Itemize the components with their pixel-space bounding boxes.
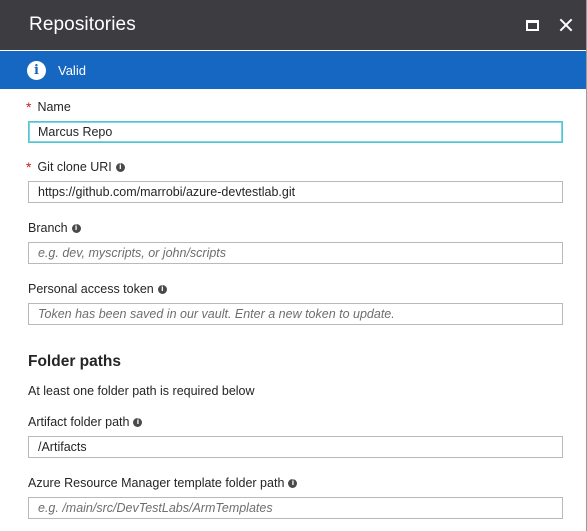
title-bar: Repositories — [0, 0, 586, 50]
form-content: * Name * Git clone URI i Branch i — [0, 99, 586, 519]
arm-path-label-row: Azure Resource Manager template folder p… — [28, 475, 562, 491]
token-label-row: Personal access token i — [28, 281, 562, 297]
name-field: * Name — [26, 99, 563, 143]
maximize-icon[interactable] — [524, 17, 540, 33]
artifact-path-input[interactable] — [28, 436, 563, 458]
status-text: Valid — [58, 62, 86, 78]
required-asterisk: * — [26, 99, 32, 115]
git-uri-field: * Git clone URI i — [26, 159, 563, 203]
repositories-blade: Repositories i Valid * Name * Git clone … — [0, 0, 587, 531]
name-label-row: * Name — [26, 99, 562, 115]
branch-input[interactable] — [28, 242, 563, 264]
blade-title: Repositories — [29, 14, 136, 35]
name-input[interactable] — [28, 121, 563, 143]
branch-label-row: Branch i — [28, 220, 562, 236]
git-uri-label: Git clone URI — [37, 160, 112, 174]
title-actions — [524, 17, 574, 33]
arm-path-label: Azure Resource Manager template folder p… — [28, 476, 285, 490]
artifact-path-label: Artifact folder path — [28, 415, 130, 429]
info-icon[interactable]: i — [288, 478, 298, 488]
close-icon[interactable] — [558, 17, 574, 33]
branch-label: Branch — [28, 221, 68, 235]
info-icon[interactable]: i — [157, 284, 167, 294]
token-input[interactable] — [28, 303, 563, 325]
info-icon[interactable]: i — [71, 223, 81, 233]
git-uri-label-row: * Git clone URI i — [26, 159, 562, 175]
arm-path-input[interactable] — [28, 497, 563, 519]
info-icon: i — [27, 60, 46, 80]
status-bar: i Valid — [0, 51, 586, 89]
arm-path-field: Azure Resource Manager template folder p… — [28, 475, 563, 519]
folder-paths-note: At least one folder path is required bel… — [28, 384, 255, 398]
artifact-path-field: Artifact folder path i — [28, 414, 563, 458]
required-asterisk: * — [26, 159, 32, 175]
name-label: Name — [37, 100, 71, 114]
info-icon[interactable]: i — [133, 417, 143, 427]
token-field: Personal access token i — [28, 281, 563, 325]
folder-paths-heading: Folder paths — [28, 353, 122, 370]
info-icon[interactable]: i — [115, 162, 125, 172]
token-label: Personal access token — [28, 282, 154, 296]
git-uri-input[interactable] — [28, 181, 563, 203]
branch-field: Branch i — [28, 220, 563, 264]
artifact-path-label-row: Artifact folder path i — [28, 414, 562, 430]
